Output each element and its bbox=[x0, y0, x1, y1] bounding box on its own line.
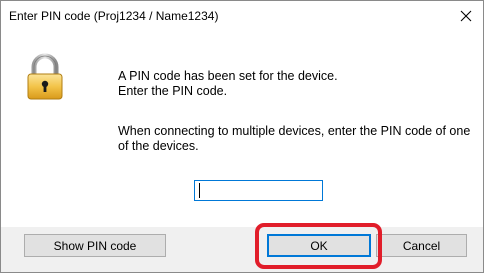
cancel-button[interactable]: Cancel bbox=[376, 234, 467, 257]
pin-input[interactable] bbox=[194, 180, 323, 201]
show-pin-code-button[interactable]: Show PIN code bbox=[24, 234, 166, 257]
ok-button[interactable]: OK bbox=[267, 234, 371, 257]
window-title: Enter PIN code (Proj1234 / Name1234) bbox=[9, 9, 219, 23]
message-line-1: A PIN code has been set for the device. bbox=[118, 69, 338, 83]
multiple-devices-message: When connecting to multiple devices, ent… bbox=[118, 124, 471, 153]
title-bar: Enter PIN code (Proj1234 / Name1234) bbox=[1, 1, 483, 31]
close-icon bbox=[460, 10, 472, 22]
pin-set-message: A PIN code has been set for the device. … bbox=[118, 69, 338, 99]
pin-dialog: Enter PIN code (Proj1234 / Name1234) A P… bbox=[0, 0, 484, 273]
text-caret bbox=[199, 183, 200, 198]
message-line-2: Enter the PIN code. bbox=[118, 84, 228, 98]
close-button[interactable] bbox=[449, 1, 483, 31]
lock-icon bbox=[27, 53, 63, 100]
